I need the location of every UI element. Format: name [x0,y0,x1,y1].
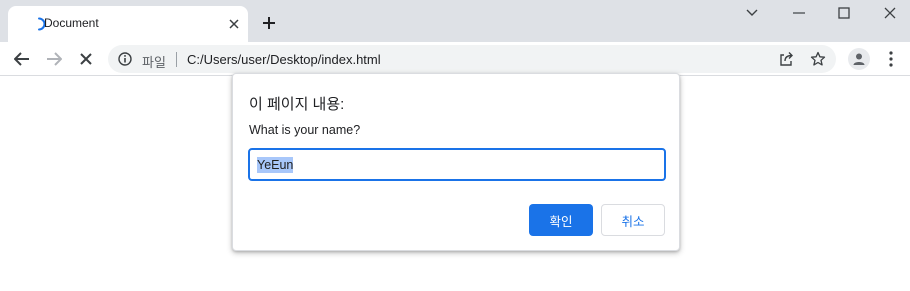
chevron-down-icon[interactable] [741,4,763,22]
info-icon[interactable] [118,52,132,66]
tab-title: Document [44,16,99,30]
dialog-message: What is your name? [249,123,361,137]
prompt-dialog: 이 페이지 내용: What is your name? YeEun 확인 취소 [232,73,680,251]
dialog-title: 이 페이지 내용: [249,96,345,113]
browser-titlebar: Document [0,0,910,42]
address-url[interactable]: C:/Users/user/Desktop/index.html [187,52,381,67]
ok-button[interactable]: 확인 [529,204,593,236]
address-bar[interactable]: 파일 C:/Users/user/Desktop/index.html [108,45,836,73]
minimize-icon[interactable] [788,4,810,22]
back-arrow-icon[interactable] [12,49,32,69]
name-input-value: YeEun [257,156,294,173]
forward-arrow-icon[interactable] [44,49,64,69]
stop-loading-icon[interactable] [76,49,96,69]
address-divider [176,52,177,67]
share-icon[interactable] [778,51,794,67]
profile-avatar-icon[interactable] [848,48,870,70]
browser-toolbar: 파일 C:/Users/user/Desktop/index.html [0,42,910,76]
maximize-icon[interactable] [833,4,855,22]
name-input[interactable]: YeEun [248,148,666,181]
star-icon[interactable] [810,51,826,67]
close-icon[interactable] [879,4,901,22]
more-menu-icon[interactable] [884,50,898,68]
browser-tab[interactable]: Document [8,6,248,42]
new-tab-plus-icon[interactable] [260,14,278,32]
cancel-button[interactable]: 취소 [601,204,665,236]
tab-close-icon[interactable] [226,16,242,32]
address-scheme-label: 파일 [142,55,166,70]
